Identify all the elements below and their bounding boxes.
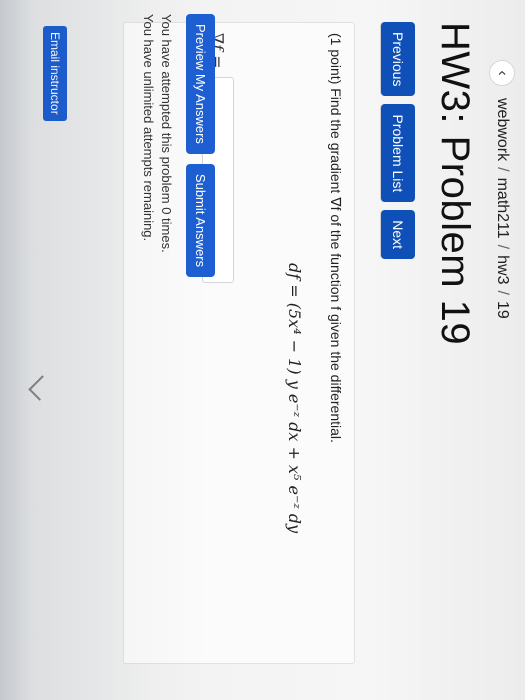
answer-actions: Preview My Answers Submit Answers — [186, 14, 215, 278]
attempts-remaining-text: You have unlimited attempts remaining. — [141, 14, 156, 242]
preview-answers-button[interactable]: Preview My Answers — [186, 14, 215, 154]
problem-equation: df = (5x⁴ − 1) y e⁻ᶻ dx + x⁵ e⁻ᶻ dy — [285, 263, 304, 534]
breadcrumb-item-webwork[interactable]: webwork — [493, 98, 511, 161]
problem-nav: Previous Problem List Next — [381, 22, 415, 260]
breadcrumb-item-set[interactable]: hw3 — [493, 255, 511, 284]
breadcrumb: ‹ webwork / math211 / hw3 / 19 — [489, 60, 515, 319]
breadcrumb-item-course[interactable]: math211 — [493, 178, 511, 239]
cursor-icon — [28, 375, 54, 401]
breadcrumb-item-problem: 19 — [494, 300, 511, 319]
submit-answers-button[interactable]: Submit Answers — [186, 163, 215, 278]
back-button[interactable]: ‹ — [489, 60, 515, 86]
next-button[interactable]: Next — [381, 210, 415, 260]
problem-text: (1 point) Find the gradient ∇f of the fu… — [328, 33, 344, 443]
breadcrumb-separator: / — [494, 167, 511, 172]
rotated-screen: ‹ webwork / math211 / hw3 / 19 HW3: Prob… — [0, 0, 525, 700]
previous-button[interactable]: Previous — [381, 22, 415, 97]
email-instructor-button[interactable]: Email instructor — [43, 26, 67, 121]
page-title: HW3: Problem 19 — [433, 22, 477, 346]
problem-list-button[interactable]: Problem List — [381, 104, 415, 203]
breadcrumb-separator: / — [494, 290, 511, 295]
attempt-status: You have attempted this problem 0 times.… — [139, 14, 175, 253]
attempt-count-text: You have attempted this problem 0 times. — [159, 14, 174, 253]
breadcrumb-separator: / — [494, 244, 511, 250]
chevron-left-icon: ‹ — [494, 70, 511, 76]
